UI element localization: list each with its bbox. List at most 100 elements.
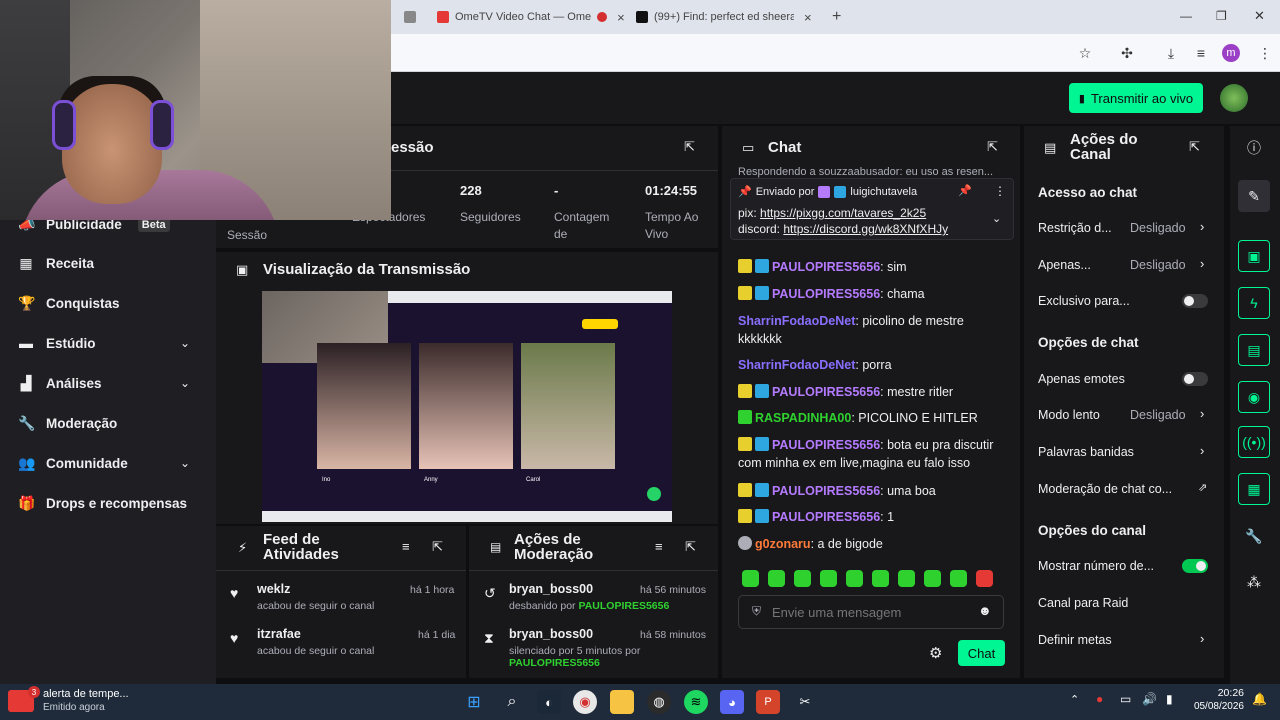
lightning-icon[interactable]: ϟ xyxy=(1238,287,1270,319)
emote-icon[interactable] xyxy=(768,570,785,587)
chevron-down-icon[interactable]: ⌄ xyxy=(180,376,190,390)
mod-user[interactable]: bryan_boss00 xyxy=(509,627,593,641)
chat-username[interactable]: SharrinFodaoDeNet xyxy=(738,314,855,328)
emote-icon[interactable] xyxy=(820,570,837,587)
chat-moderation-option[interactable]: Moderação de chat co... xyxy=(1038,482,1172,496)
tab-partial[interactable]: × xyxy=(404,6,424,28)
filter-icon[interactable]: ≡ xyxy=(402,539,410,554)
spotify-icon[interactable]: ≋ xyxy=(684,690,708,714)
exclusive-toggle[interactable] xyxy=(1182,294,1208,308)
chevron-right-icon[interactable]: › xyxy=(1200,631,1204,646)
mod-user[interactable]: bryan_boss00 xyxy=(509,582,593,596)
filter-icon[interactable]: ≡ xyxy=(655,539,663,554)
emote-icon[interactable] xyxy=(846,570,863,587)
share-icon[interactable]: ⁂ xyxy=(1238,566,1270,598)
chat-username[interactable]: PAULOPIRES5656 xyxy=(772,484,880,498)
broadcast-icon[interactable]: ((•)) xyxy=(1238,426,1270,458)
chat-username[interactable]: PAULOPIRES5656 xyxy=(772,260,880,274)
unpin-icon[interactable]: 📌 xyxy=(958,184,972,197)
chat-username[interactable]: SharrinFodaoDeNet xyxy=(738,358,855,372)
chevron-right-icon[interactable]: › xyxy=(1200,443,1204,458)
window-close-button[interactable]: ✕ xyxy=(1254,8,1265,24)
steam-icon[interactable]: ◐ xyxy=(537,690,561,714)
emote-icon[interactable] xyxy=(950,570,967,587)
bookmark-star-icon[interactable]: ☆ xyxy=(1076,44,1094,62)
document-icon[interactable]: ▤ xyxy=(1238,334,1270,366)
popout-icon[interactable]: ⇱ xyxy=(684,139,695,155)
info-icon[interactable]: ⓘ xyxy=(1238,132,1270,164)
discord-icon[interactable]: ◕ xyxy=(720,690,744,714)
download-icon[interactable]: ⤓ xyxy=(1162,44,1180,62)
emote-icon[interactable] xyxy=(924,570,941,587)
only-option[interactable]: Apenas... xyxy=(1038,258,1091,272)
chat-username[interactable]: g0zonaru xyxy=(755,537,811,551)
chat-username[interactable]: PAULOPIRES5656 xyxy=(772,385,880,399)
clip-icon[interactable]: ▣ xyxy=(1238,240,1270,272)
minimize-button[interactable]: — xyxy=(1180,9,1192,23)
sidebar-item-moderation[interactable]: 🔧 Moderação xyxy=(18,415,117,432)
chrome-icon[interactable]: ◉ xyxy=(573,690,597,714)
chat-username[interactable]: PAULOPIRES5656 xyxy=(772,438,880,452)
media-control-icon[interactable]: ≡ xyxy=(1192,44,1210,62)
file-explorer-icon[interactable] xyxy=(610,690,634,714)
close-icon[interactable]: × xyxy=(617,10,625,25)
clock-time[interactable]: 20:26 xyxy=(1196,687,1244,699)
obs-icon[interactable]: ◍ xyxy=(647,690,671,714)
emote-icon[interactable] xyxy=(872,570,889,587)
pinned-by-user[interactable]: luigichutavela xyxy=(850,186,917,198)
snipping-tool-icon[interactable]: ✂ xyxy=(793,690,817,714)
feed-user[interactable]: itzrafae xyxy=(257,627,301,641)
close-icon[interactable]: × xyxy=(804,10,812,25)
powerpoint-icon[interactable]: P xyxy=(756,690,780,714)
chevron-down-icon[interactable]: ⌄ xyxy=(992,212,1001,225)
chevron-down-icon[interactable]: ⌄ xyxy=(180,336,190,350)
emote-icon[interactable] xyxy=(742,570,759,587)
emotes-only-toggle[interactable] xyxy=(1182,372,1208,386)
volume-icon[interactable]: 🔊 xyxy=(1142,692,1157,706)
sidebar-item-studio[interactable]: ▬ Estúdio xyxy=(18,335,96,351)
sidebar-item-community[interactable]: 👥 Comunidade xyxy=(18,455,128,472)
pix-link[interactable]: https://pixgg.com/tavares_2k25 xyxy=(760,206,926,220)
sidebar-item-drops[interactable]: 🎁 Drops e recompensas xyxy=(18,495,187,512)
restriction-option[interactable]: Restrição d... xyxy=(1038,221,1112,235)
chat-username[interactable]: PAULOPIRES5656 xyxy=(772,510,880,524)
emote-icon[interactable] xyxy=(898,570,915,587)
banned-words-option[interactable]: Palavras banidas xyxy=(1038,445,1134,459)
browser-menu-icon[interactable]: ⋮ xyxy=(1256,44,1274,62)
popout-icon[interactable]: ⇱ xyxy=(1189,139,1200,155)
extensions-icon[interactable]: ✣ xyxy=(1118,44,1136,62)
chat-input[interactable] xyxy=(772,602,972,622)
network-icon[interactable]: ▭ xyxy=(1120,692,1131,706)
tab-ometv[interactable]: OmeTV Video Chat — Ome × xyxy=(437,6,627,28)
battery-icon[interactable]: ▮ xyxy=(1166,692,1173,706)
emote-icon[interactable] xyxy=(976,570,993,587)
edit-icon[interactable]: ✎ xyxy=(1238,180,1270,212)
stream-preview[interactable]: Ino Anny Carol xyxy=(262,291,672,522)
popout-icon[interactable]: ⇱ xyxy=(987,139,998,155)
chat-username[interactable]: PAULOPIRES5656 xyxy=(772,287,880,301)
chevron-right-icon[interactable]: › xyxy=(1200,256,1204,271)
slow-mode-option[interactable]: Modo lento xyxy=(1038,408,1100,422)
chevron-up-icon[interactable]: ⌃ xyxy=(1070,693,1079,706)
sidebar-item-analytics[interactable]: ▟ Análises xyxy=(18,375,102,392)
chevron-right-icon[interactable]: › xyxy=(1200,406,1204,421)
chevron-right-icon[interactable]: › xyxy=(1200,219,1204,234)
clock-date[interactable]: 05/08/2026 xyxy=(1190,701,1244,712)
search-icon[interactable]: ⌕ xyxy=(500,690,524,714)
layout-icon[interactable]: ▦ xyxy=(1238,473,1270,505)
feed-user[interactable]: weklz xyxy=(257,582,290,596)
show-number-toggle[interactable] xyxy=(1182,559,1208,573)
sidebar-item-achievements[interactable]: 🏆 Conquistas xyxy=(18,295,120,312)
microphone-icon[interactable]: ● xyxy=(1096,692,1103,706)
windows-start-icon[interactable]: ⊞ xyxy=(462,690,486,714)
emoji-picker-icon[interactable]: ☻ xyxy=(978,603,992,618)
user-avatar[interactable] xyxy=(1220,84,1248,112)
raid-channel-option[interactable]: Canal para Raid xyxy=(1038,596,1128,610)
chat-username[interactable]: RASPADINHA00 xyxy=(755,411,851,425)
chat-bubble-icon[interactable]: ◉ xyxy=(1238,381,1270,413)
go-live-button[interactable]: ▮ Transmitir ao vivo xyxy=(1069,83,1203,113)
new-tab-button[interactable]: + xyxy=(832,6,848,28)
popout-icon[interactable]: ⇱ xyxy=(432,539,443,555)
external-link-icon[interactable]: ⇗ xyxy=(1198,481,1207,494)
wrench-icon[interactable]: 🔧 xyxy=(1238,520,1270,552)
